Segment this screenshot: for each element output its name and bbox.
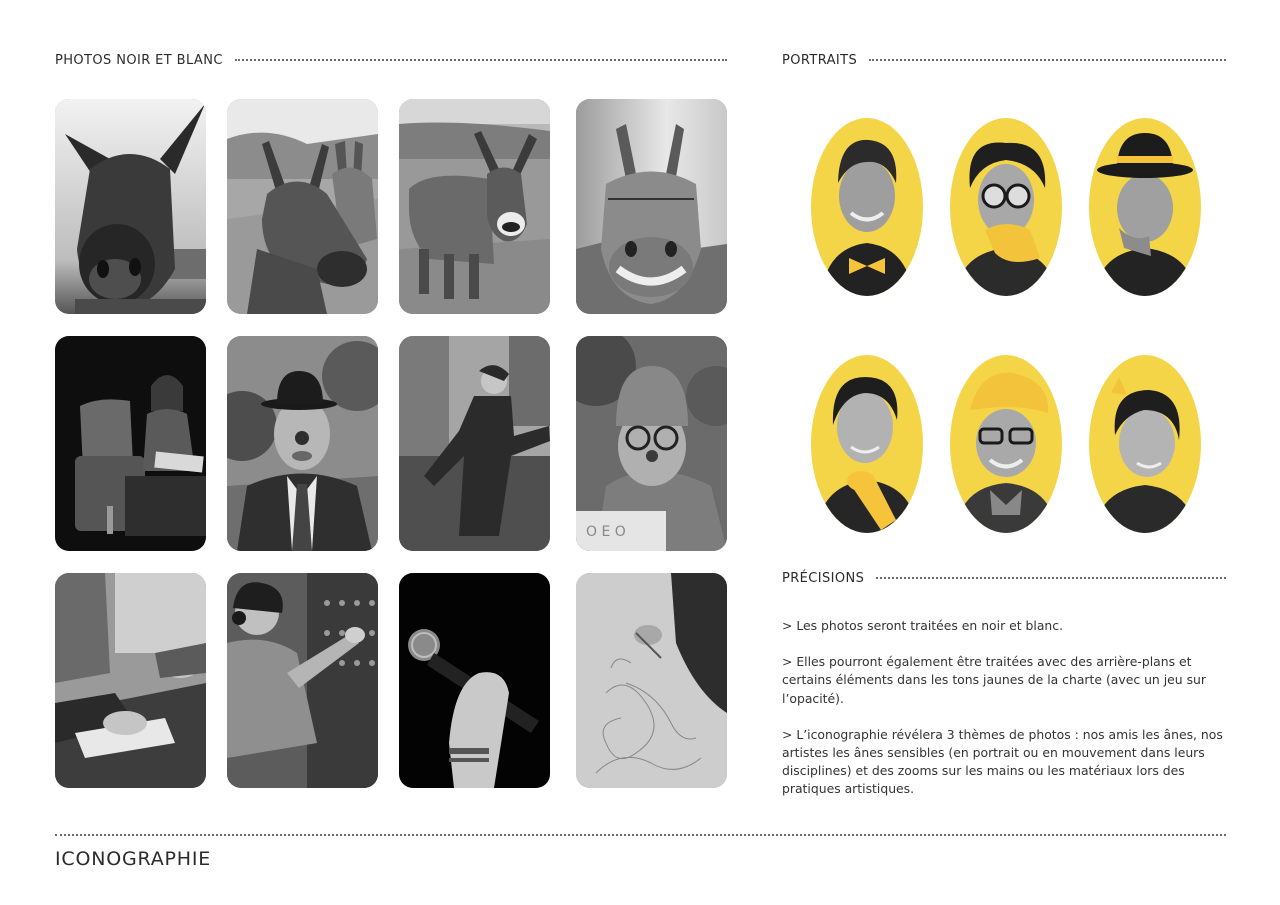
hand-drawing-photo [576,573,727,788]
donkey-braying-field-photo [399,99,550,314]
dancer-outdoor-photo [399,336,550,551]
precision-paragraph-1: > Les photos seront traitées en noir et … [782,618,1064,633]
woman-headphones-mixing-photo [227,573,378,788]
page-title: ICONOGRAPHIE [55,848,212,870]
footer-dotted-divider [55,834,1226,836]
precisions-section-header: PRÉCISIONS [782,570,1226,586]
hand-microphone-photo [399,573,550,788]
woman-armchair-reading-photo [55,336,206,551]
portraits-section-header: PORTRAITS [782,52,1226,68]
hands-writing-photo [55,573,206,788]
portraits-section-title: PORTRAITS [782,52,858,68]
dotted-divider [876,577,1226,579]
svg-text:O E O: O E O [586,524,626,540]
man-yellow-beret-portrait [950,355,1062,533]
donkey-closeup-photo [55,99,206,314]
precision-paragraph-2: > Elles pourront également être traitées… [782,654,1206,706]
woman-short-hair-portrait [1089,355,1201,533]
man-yellow-bowtie-portrait [811,118,923,296]
precisions-section-title: PRÉCISIONS [782,570,865,586]
precisions-text-block: > Les photos seront traitées en noir et … [782,617,1228,817]
precision-paragraph-3: > L’iconographie révélera 3 thèmes de ph… [782,726,1223,797]
man-yellow-bowler-hat-portrait [1089,118,1201,296]
dotted-divider [869,59,1226,61]
donkey-grinning-photo [576,99,727,314]
two-donkeys-photo [227,99,378,314]
dotted-divider [234,59,727,61]
woman-yellow-microphone-portrait [811,355,923,533]
photos-section-header: PHOTOS NOIR ET BLANC [55,52,727,68]
photos-section-title: PHOTOS NOIR ET BLANC [55,52,223,68]
woman-glasses-yellow-hand-portrait [950,118,1062,296]
clown-bowler-hat-photo [227,336,378,551]
clown-woman-hat-photo: O E O [576,336,727,551]
